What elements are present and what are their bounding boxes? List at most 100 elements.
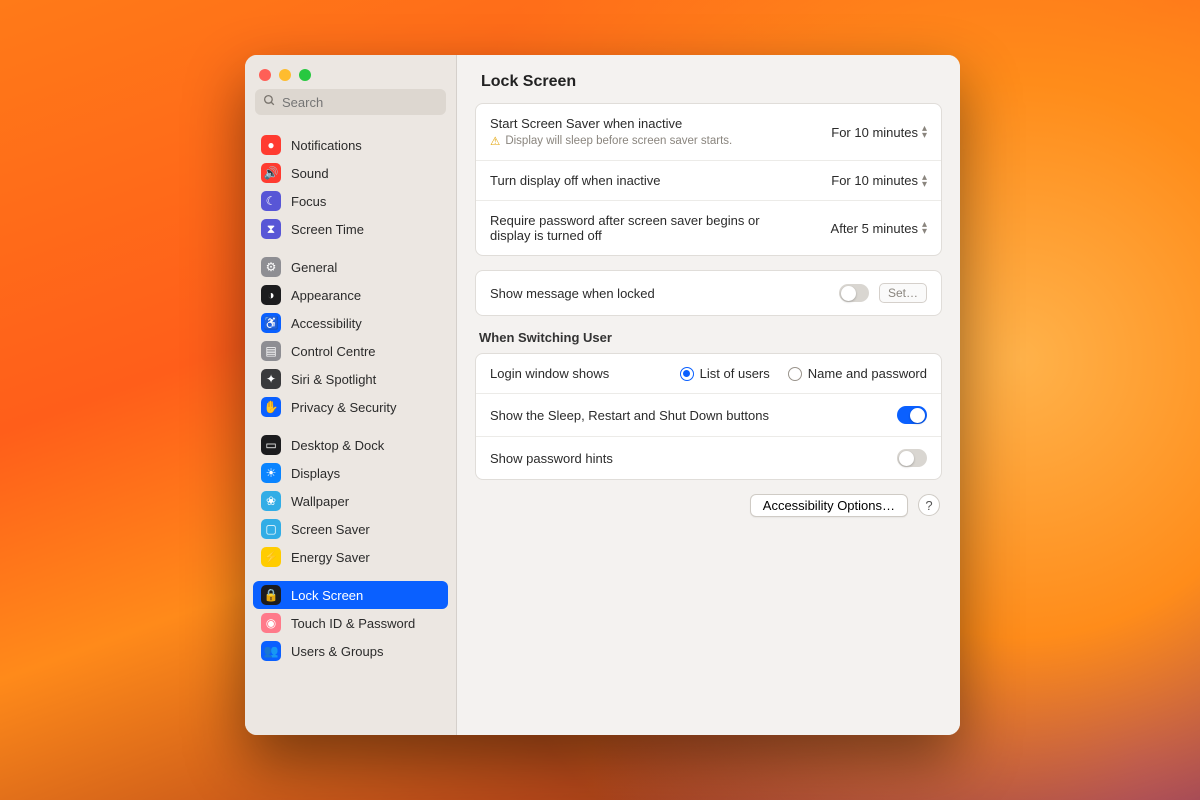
window-controls: [245, 55, 456, 89]
page-title: Lock Screen: [481, 73, 936, 91]
screensaver-label: Start Screen Saver when inactive: [490, 116, 819, 131]
radio-icon: [680, 367, 694, 381]
screen-time-icon: ⧗: [261, 219, 281, 239]
row-showmessage: Show message when locked Set…: [476, 271, 941, 315]
sidebar-item-label: General: [291, 260, 337, 275]
screensaver-value: For 10 minutes: [831, 125, 918, 140]
radio-name-password[interactable]: Name and password: [788, 366, 927, 381]
requirepassword-value: After 5 minutes: [831, 221, 918, 236]
row-hints: Show password hints: [476, 436, 941, 479]
notifications-icon: ●: [261, 135, 281, 155]
energy-saver-icon: ⚡: [261, 547, 281, 567]
row-loginwindow: Login window shows List of users Name an…: [476, 354, 941, 393]
requirepassword-dropdown[interactable]: After 5 minutes ▴▾: [831, 221, 927, 236]
sidebar-item-general[interactable]: ⚙ General: [253, 253, 448, 281]
hints-toggle[interactable]: [897, 449, 927, 467]
sidebar-item-label: Users & Groups: [291, 644, 383, 659]
siri-spotlight-icon: ✦: [261, 369, 281, 389]
wallpaper-icon: ❀: [261, 491, 281, 511]
sidebar-item-screen-time[interactable]: ⧗ Screen Time: [253, 215, 448, 243]
sidebar-item-displays[interactable]: ☀Displays: [253, 459, 448, 487]
radio-icon: [788, 367, 802, 381]
sidebar-item-label: Siri & Spotlight: [291, 372, 376, 387]
search-icon: [263, 94, 276, 110]
desktop-background: ● Notifications 🔊Sound ☾ Focus ⧗ Screen Time ⚙ G…: [0, 0, 1200, 800]
loginwindow-label: Login window shows: [490, 366, 668, 381]
sidebar-item-label: Control Centre: [291, 344, 376, 359]
accessibility-options-button[interactable]: Accessibility Options…: [750, 494, 908, 517]
focus-icon: ☾: [261, 191, 281, 211]
footer-buttons: Accessibility Options… ?: [475, 494, 942, 517]
sidebar-item-label: Privacy & Security: [291, 400, 396, 415]
sidebar-item-sound[interactable]: 🔊Sound: [253, 159, 448, 187]
sidebar-item-lock-screen[interactable]: 🔒Lock Screen: [253, 581, 448, 609]
sidebar-item-label: Screen Time: [291, 222, 364, 237]
row-requirepassword: Require password after screen saver begi…: [476, 200, 941, 255]
radio-list-of-users[interactable]: List of users: [680, 366, 770, 381]
help-button[interactable]: ?: [918, 494, 940, 516]
requirepassword-label: Require password after screen saver begi…: [490, 213, 790, 243]
sidebar-item-label: Notifications: [291, 138, 362, 153]
chevron-updown-icon: ▴▾: [922, 174, 927, 188]
loginwindow-radio-group: List of users Name and password: [680, 366, 927, 381]
sidebar-item-label: Wallpaper: [291, 494, 349, 509]
search-field[interactable]: [255, 89, 446, 115]
zoom-icon[interactable]: [299, 69, 311, 81]
sidebar-item-users-groups[interactable]: 👥 Users & Groups: [253, 637, 448, 665]
sidebar-item-label: Touch ID & Password: [291, 616, 415, 631]
sidebar-item-label: Energy Saver: [291, 550, 370, 565]
showmessage-toggle[interactable]: [839, 284, 869, 302]
radio-label: Name and password: [808, 366, 927, 381]
privacy-security-icon: ✋: [261, 397, 281, 417]
main-pane: Lock Screen Start Screen Saver when inac…: [457, 55, 960, 735]
sidebar-nav[interactable]: ● Notifications 🔊Sound ☾ Focus ⧗ Screen Time ⚙ G…: [245, 123, 456, 675]
sidebar-item-accessibility[interactable]: ♿ Accessibility: [253, 309, 448, 337]
sidebar-item-wallpaper[interactable]: ❀ Wallpaper: [253, 487, 448, 515]
sidebar-item-control-centre[interactable]: ▤ Control Centre: [253, 337, 448, 365]
accessibility-icon: ♿: [261, 313, 281, 333]
chevron-updown-icon: ▴▾: [922, 125, 927, 139]
sidebar-item-appearance[interactable]: ◑ Appearance: [253, 281, 448, 309]
switching-section-title: When Switching User: [479, 330, 938, 345]
screensaver-dropdown[interactable]: For 10 minutes ▴▾: [831, 125, 927, 140]
sidebar-item-screen-saver[interactable]: ▢Screen Saver: [253, 515, 448, 543]
sidebar-item-privacy-security[interactable]: ✋ Privacy & Security: [253, 393, 448, 421]
sidebar-item-focus[interactable]: ☾ Focus: [253, 187, 448, 215]
sidebar-item-notifications[interactable]: ● Notifications: [253, 131, 448, 159]
sidebar-item-label: Sound: [291, 166, 329, 181]
sidebar-item-siri-spotlight[interactable]: ✦ Siri & Spotlight: [253, 365, 448, 393]
settings-window: ● Notifications 🔊Sound ☾ Focus ⧗ Screen Time ⚙ G…: [245, 55, 960, 735]
control-centre-icon: ▤: [261, 341, 281, 361]
hints-label: Show password hints: [490, 451, 885, 466]
appearance-icon: ◑: [261, 285, 281, 305]
inactivity-panel: Start Screen Saver when inactive ⚠︎ Disp…: [475, 103, 942, 256]
displayoff-dropdown[interactable]: For 10 minutes ▴▾: [831, 173, 927, 188]
sidebar-item-energy-saver[interactable]: ⚡ Energy Saver: [253, 543, 448, 571]
sidebar-item-label: Desktop & Dock: [291, 438, 384, 453]
sidebar: ● Notifications 🔊Sound ☾ Focus ⧗ Screen Time ⚙ G…: [245, 55, 457, 735]
lockmessage-panel: Show message when locked Set…: [475, 270, 942, 316]
sidebar-item-touch-id-password[interactable]: ◉Touch ID & Password: [253, 609, 448, 637]
minimize-icon[interactable]: [279, 69, 291, 81]
general-icon: ⚙: [261, 257, 281, 277]
switching-panel: Login window shows List of users Name an…: [475, 353, 942, 480]
screen-saver-icon: ▢: [261, 519, 281, 539]
search-input[interactable]: [282, 95, 458, 110]
sidebar-item-label: Appearance: [291, 288, 361, 303]
displayoff-value: For 10 minutes: [831, 173, 918, 188]
set-message-button[interactable]: Set…: [879, 283, 927, 303]
sleepbuttons-label: Show the Sleep, Restart and Shut Down bu…: [490, 408, 885, 423]
sidebar-item-desktop-dock[interactable]: ▭Desktop & Dock: [253, 431, 448, 459]
sleepbuttons-toggle[interactable]: [897, 406, 927, 424]
row-sleepbuttons: Show the Sleep, Restart and Shut Down bu…: [476, 393, 941, 436]
radio-label: List of users: [700, 366, 770, 381]
row-displayoff: Turn display off when inactive For 10 mi…: [476, 160, 941, 200]
warning-icon: ⚠︎: [490, 134, 500, 148]
sidebar-item-label: Accessibility: [291, 316, 362, 331]
sidebar-item-label: Focus: [291, 194, 326, 209]
row-screensaver: Start Screen Saver when inactive ⚠︎ Disp…: [476, 104, 941, 160]
users-groups-icon: 👥: [261, 641, 281, 661]
displays-icon: ☀: [261, 463, 281, 483]
close-icon[interactable]: [259, 69, 271, 81]
showmessage-label: Show message when locked: [490, 286, 827, 301]
